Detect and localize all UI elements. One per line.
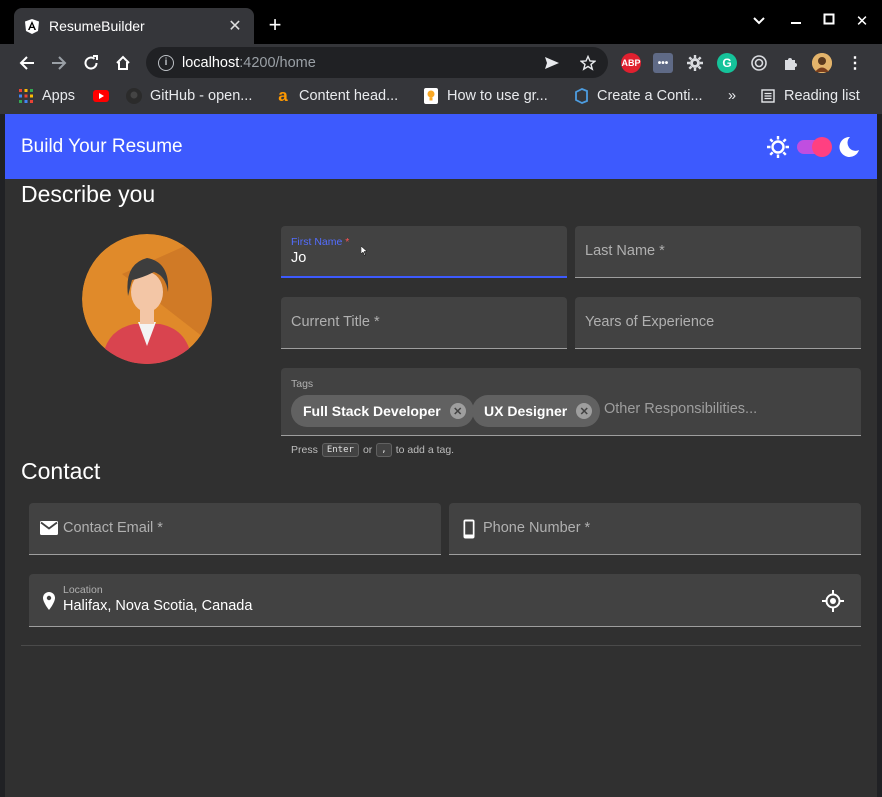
tag-chip[interactable]: Full Stack Developer ✕ bbox=[291, 395, 474, 427]
years-experience-placeholder: Years of Experience bbox=[585, 314, 715, 330]
moon-icon bbox=[838, 136, 860, 163]
theme-toggle[interactable] bbox=[797, 137, 832, 157]
section-divider bbox=[21, 645, 861, 646]
target-extension-icon[interactable] bbox=[749, 53, 769, 73]
address-bar[interactable]: i localhost:4200/home bbox=[146, 47, 608, 78]
azure-devops-icon bbox=[573, 88, 589, 104]
home-icon[interactable] bbox=[112, 52, 134, 74]
maximize-icon[interactable] bbox=[819, 12, 839, 29]
more-bookmarks-chevron[interactable]: » bbox=[728, 88, 736, 104]
apps-grid-icon bbox=[18, 88, 34, 104]
app-title: Build Your Resume bbox=[21, 136, 183, 157]
tab-title: ResumeBuilder bbox=[49, 18, 145, 34]
chip-remove-icon[interactable]: ✕ bbox=[576, 403, 593, 419]
bookmark-youtube[interactable] bbox=[93, 88, 117, 104]
reading-list[interactable]: Reading list bbox=[760, 88, 860, 104]
tab-search-icon[interactable] bbox=[749, 12, 769, 29]
last-name-placeholder: Last Name * bbox=[585, 243, 665, 259]
browser-menu-icon[interactable]: ⋮ bbox=[845, 53, 865, 73]
enter-key-badge: Enter bbox=[321, 443, 359, 457]
window-close-icon[interactable]: ✕ bbox=[852, 12, 872, 30]
lightbulb-icon bbox=[423, 88, 439, 104]
minimize-icon[interactable] bbox=[786, 12, 806, 29]
youtube-icon bbox=[93, 88, 109, 104]
location-field[interactable]: Location Halifax, Nova Scotia, Canada bbox=[29, 574, 861, 627]
dots-extension-icon[interactable]: ••• bbox=[653, 53, 673, 73]
browser-tab[interactable]: ResumeBuilder ✕ bbox=[14, 8, 254, 44]
my-location-icon[interactable] bbox=[822, 590, 844, 612]
address-url: localhost:4200/home bbox=[182, 54, 316, 71]
forward-icon[interactable] bbox=[48, 52, 70, 74]
site-info-icon[interactable]: i bbox=[158, 54, 174, 71]
first-name-value: Jo bbox=[291, 250, 307, 266]
describe-heading: Describe you bbox=[21, 181, 156, 207]
phone-number-placeholder: Phone Number * bbox=[483, 520, 591, 536]
contact-email-placeholder: Contact Email * bbox=[63, 520, 163, 536]
tag-chip[interactable]: UX Designer ✕ bbox=[472, 395, 601, 427]
angular-favicon-icon bbox=[24, 18, 40, 34]
github-icon bbox=[126, 88, 142, 104]
phone-icon bbox=[463, 519, 475, 539]
location-value: Halifax, Nova Scotia, Canada bbox=[63, 598, 253, 614]
first-name-label: First Name * bbox=[291, 236, 350, 248]
back-icon[interactable] bbox=[16, 52, 38, 74]
location-label: Location bbox=[63, 584, 103, 596]
amazon-icon: a bbox=[278, 86, 288, 105]
tab-close-icon[interactable]: ✕ bbox=[226, 16, 244, 36]
tags-input-placeholder[interactable]: Other Responsibilities... bbox=[604, 401, 757, 417]
comma-key-badge: , bbox=[376, 443, 392, 457]
reading-list-icon bbox=[760, 88, 776, 104]
sun-icon bbox=[767, 136, 789, 163]
bookmark-github[interactable]: GitHub - open... bbox=[126, 88, 252, 104]
bookmark-howto[interactable]: How to use gr... bbox=[423, 88, 548, 104]
text-cursor-icon bbox=[361, 246, 368, 256]
bookmark-content[interactable]: a Content head... bbox=[275, 86, 398, 105]
email-icon bbox=[40, 521, 58, 535]
gear-extension-icon[interactable] bbox=[685, 53, 705, 73]
last-name-field[interactable]: Last Name * bbox=[575, 226, 861, 278]
bookmark-create[interactable]: Create a Conti... bbox=[573, 88, 703, 104]
profile-avatar[interactable] bbox=[812, 53, 832, 73]
browser-toolbar: i localhost:4200/home ABP ••• G ⋮ bbox=[0, 44, 882, 82]
app-page: Build Your Resume Describe you First Nam… bbox=[5, 114, 877, 797]
send-tab-icon[interactable] bbox=[544, 56, 560, 70]
extensions-puzzle-icon[interactable] bbox=[781, 53, 801, 73]
tags-field[interactable]: Tags Full Stack Developer ✕ UX Designer … bbox=[281, 368, 861, 436]
phone-number-field[interactable]: Phone Number * bbox=[449, 503, 861, 555]
current-title-field[interactable]: Current Title * bbox=[281, 297, 567, 349]
adblock-plus-icon[interactable]: ABP bbox=[621, 53, 641, 73]
years-experience-field[interactable]: Years of Experience bbox=[575, 297, 861, 349]
bookmark-apps[interactable]: Apps bbox=[18, 88, 75, 104]
bookmarks-bar: Apps GitHub - open... a Content head... … bbox=[0, 82, 882, 114]
chip-remove-icon[interactable]: ✕ bbox=[449, 403, 466, 419]
browser-tabstrip: ResumeBuilder ✕ + ✕ bbox=[0, 0, 882, 44]
theme-toggle-knob bbox=[812, 137, 832, 157]
current-title-placeholder: Current Title * bbox=[291, 314, 380, 330]
app-toolbar: Build Your Resume bbox=[5, 114, 877, 179]
new-tab-icon[interactable]: + bbox=[264, 14, 286, 36]
avatar[interactable] bbox=[82, 234, 212, 364]
tags-label: Tags bbox=[291, 378, 314, 390]
bookmark-star-icon[interactable] bbox=[580, 54, 596, 71]
reload-icon[interactable] bbox=[80, 52, 102, 74]
contact-heading: Contact bbox=[21, 458, 101, 484]
grammarly-icon[interactable]: G bbox=[717, 53, 737, 73]
contact-email-field[interactable]: Contact Email * bbox=[29, 503, 441, 555]
tags-hint: Press Enter or , to add a tag. bbox=[291, 443, 455, 457]
first-name-field[interactable]: First Name * Jo bbox=[281, 226, 567, 278]
location-pin-icon bbox=[43, 592, 55, 610]
